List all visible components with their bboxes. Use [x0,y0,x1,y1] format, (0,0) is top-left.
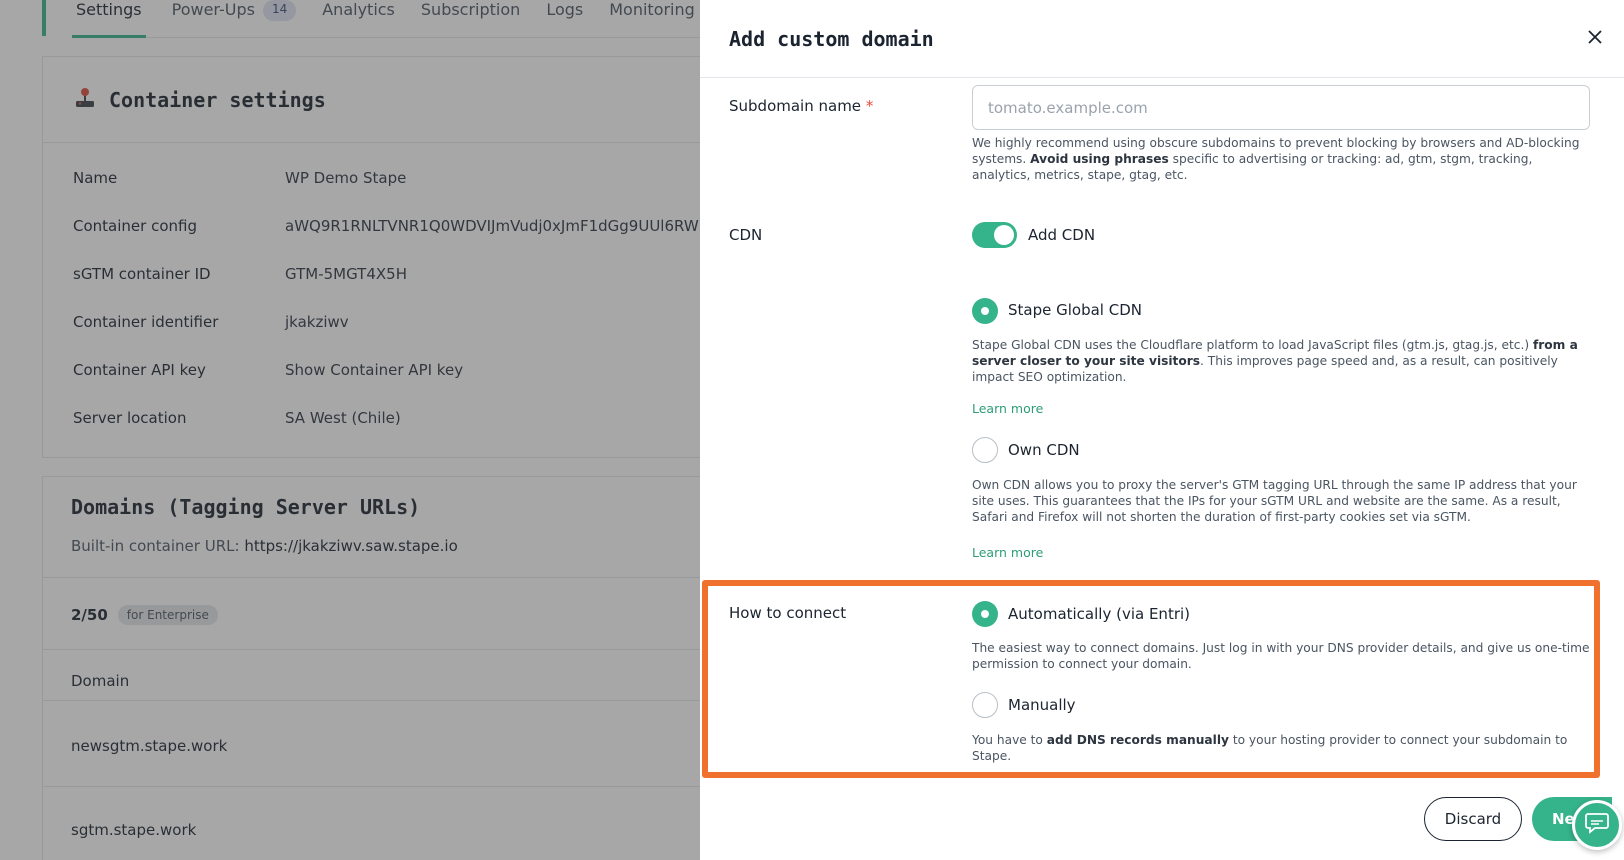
add-cdn-label: Add CDN [1028,226,1096,244]
chat-icon [1585,812,1609,838]
learn-more-link-own-cdn[interactable]: Learn more [972,545,1043,560]
help-bold: add DNS records manually [1046,733,1229,747]
learn-more-link-global-cdn[interactable]: Learn more [972,401,1043,416]
stape-global-cdn-label[interactable]: Stape Global CDN [1008,301,1142,319]
own-cdn-desc: Own CDN allows you to proxy the server's… [972,478,1577,524]
subdomain-help: We highly recommend using obscure subdom… [972,135,1592,183]
connect-manually-desc: You have to add DNS records manually to … [972,732,1592,764]
connect-automatically-desc: The easiest way to connect domains. Just… [972,641,1590,671]
help-text: Stape Global CDN uses the Cloudflare pla… [972,338,1533,352]
panel-title: Add custom domain [729,26,934,51]
subdomain-label: Subdomain name * [729,97,873,115]
chat-button[interactable] [1572,800,1622,850]
required-mark: * [865,97,874,115]
stape-global-cdn-desc: Stape Global CDN uses the Cloudflare pla… [972,337,1592,385]
help-text: You have to [972,733,1047,747]
close-icon [1588,25,1602,50]
how-to-connect-label: How to connect [729,604,847,622]
modal-backdrop[interactable] [0,0,700,860]
add-cdn-toggle[interactable] [972,222,1017,248]
connect-automatically-label[interactable]: Automatically (via Entri) [1008,605,1190,623]
radio-stape-global-cdn[interactable] [972,298,998,324]
cdn-label: CDN [729,226,763,244]
radio-connect-automatically[interactable] [972,601,998,627]
add-custom-domain-panel: Add custom domain Subdomain name * We hi… [700,0,1624,860]
subdomain-input[interactable] [972,85,1590,130]
help-bold: Avoid using phrases [1030,152,1169,166]
discard-button[interactable]: Discard [1424,797,1522,841]
connect-manually-label[interactable]: Manually [1008,696,1076,714]
subdomain-label-text: Subdomain name [729,97,862,115]
radio-own-cdn[interactable] [972,437,998,463]
radio-connect-manually[interactable] [972,692,998,718]
close-button[interactable] [1582,24,1608,50]
toggle-knob [994,225,1014,245]
panel-header: Add custom domain [700,0,1624,78]
own-cdn-label[interactable]: Own CDN [1008,441,1080,459]
